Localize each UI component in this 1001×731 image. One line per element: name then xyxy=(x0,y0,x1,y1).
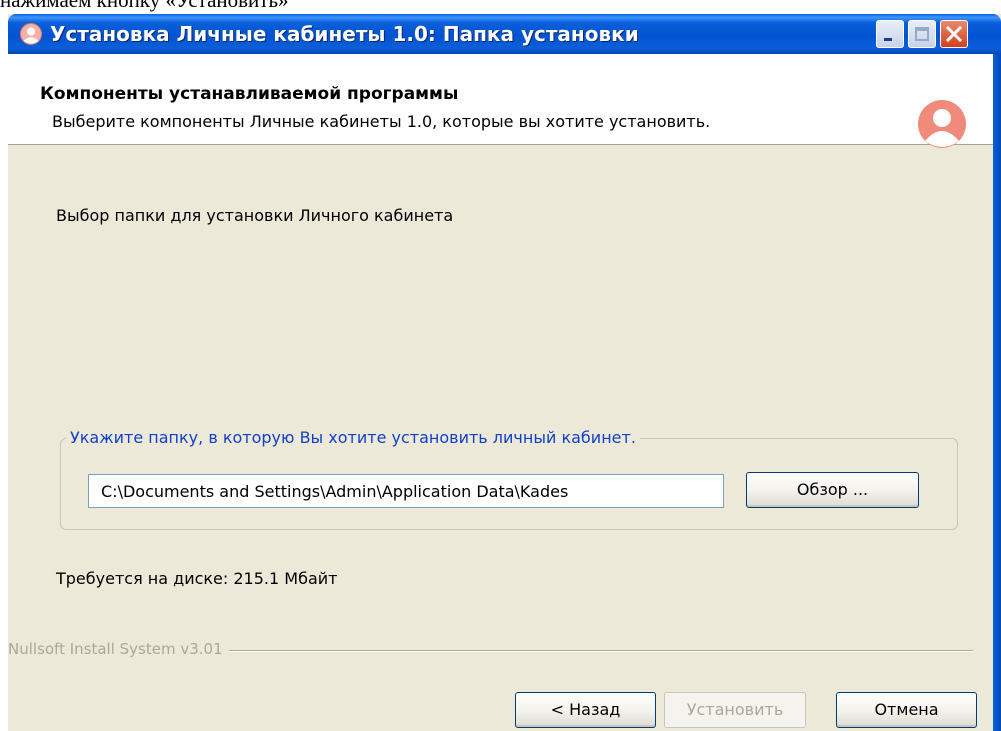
space-required-text: Требуется на диске: 215.1 Мбайт xyxy=(56,569,338,588)
intro-text: Выбор папки для установки Личного кабине… xyxy=(56,206,454,225)
title-bar[interactable]: Установка Личные кабинеты 1.0: Папка уст… xyxy=(8,14,1001,54)
back-button[interactable]: < Назад xyxy=(515,692,656,728)
group-legend: Укажите папку, в которую Вы хотите устан… xyxy=(66,428,640,447)
close-icon xyxy=(945,25,963,43)
wizard-header: Компоненты устанавливаемой программы Выб… xyxy=(8,54,1001,148)
minimize-icon xyxy=(884,38,892,41)
header-subtitle: Выберите компоненты Личные кабинеты 1.0,… xyxy=(52,112,711,131)
cancel-button[interactable]: Отмена xyxy=(836,692,977,728)
document-caption: нажимаем кнопку «Установить» xyxy=(0,0,289,12)
user-avatar-icon xyxy=(20,23,42,45)
branding-text: Nullsoft Install System v3.01 xyxy=(8,640,229,658)
window-title: Установка Личные кабинеты 1.0: Папка уст… xyxy=(50,22,639,46)
browse-button[interactable]: Обзор ... xyxy=(746,472,919,508)
close-button[interactable] xyxy=(940,20,968,48)
installer-window: Установка Личные кабинеты 1.0: Папка уст… xyxy=(8,14,1001,731)
maximize-icon xyxy=(915,27,929,41)
install-button[interactable]: Установить xyxy=(664,692,806,728)
maximize-button[interactable] xyxy=(908,20,936,48)
install-path-input[interactable] xyxy=(88,474,724,508)
user-avatar-icon xyxy=(916,98,968,150)
minimize-button[interactable] xyxy=(876,20,904,48)
window-frame-right xyxy=(993,54,1001,731)
header-title: Компоненты устанавливаемой программы xyxy=(40,84,459,104)
